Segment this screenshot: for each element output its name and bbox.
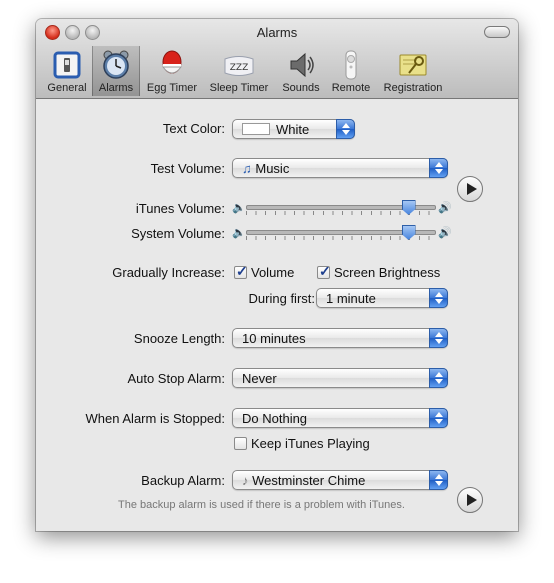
text-color-label: Text Color: xyxy=(162,121,225,136)
snooze-length-label: Snooze Length: xyxy=(133,331,225,346)
volume-checkbox-label: Volume xyxy=(251,265,295,280)
system-volume-label: System Volume: xyxy=(131,226,225,241)
alarm-clock-icon xyxy=(103,50,129,79)
popup-arrows-icon xyxy=(429,368,448,388)
snooze-length-value: 10 minutes xyxy=(242,331,306,346)
test-volume-value: Music xyxy=(255,161,290,176)
during-first-popup[interactable]: 1 minute xyxy=(316,288,448,308)
volume-high-icon: 🔊 xyxy=(438,227,452,239)
tab-registration[interactable]: Registration xyxy=(376,46,450,96)
remote-icon xyxy=(345,50,357,80)
tab-label: Egg Timer xyxy=(146,82,198,94)
when-stopped-value: Do Nothing xyxy=(242,411,308,426)
tab-label: Sleep Timer xyxy=(209,82,269,94)
music-note-icon: ♫ xyxy=(242,161,252,176)
tab-remote[interactable]: Remote xyxy=(328,46,374,96)
text-color-value: White xyxy=(276,122,310,137)
toolbar: Alarms General Alarms Egg Timer ZZZ Slee… xyxy=(36,19,518,99)
test-volume-popup[interactable]: ♫ Music xyxy=(232,158,448,178)
popup-arrows-icon xyxy=(429,158,448,178)
snooze-length-popup[interactable]: 10 minutes xyxy=(232,328,448,348)
keep-itunes-checkbox[interactable] xyxy=(234,437,247,450)
speaker-icon xyxy=(290,52,314,78)
test-volume-label: Test Volume: xyxy=(150,161,225,176)
backup-alarm-popup[interactable]: ♪ Westminster Chime xyxy=(232,470,448,490)
popup-arrows-icon xyxy=(336,119,355,139)
toolbar-toggle-button[interactable] xyxy=(484,26,510,38)
tab-label: General xyxy=(47,82,87,94)
tab-egg-timer[interactable]: Egg Timer xyxy=(142,46,202,96)
tab-label: Alarms xyxy=(98,82,134,94)
auto-stop-label: Auto Stop Alarm: xyxy=(127,371,225,386)
alarms-pane: Text Color: White Test Volume: ♫ Music i… xyxy=(36,99,518,531)
gradually-increase-label: Gradually Increase: xyxy=(112,265,225,280)
volume-high-icon: 🔊 xyxy=(438,202,452,214)
bell-icon: ♪ xyxy=(242,473,249,488)
tab-alarms[interactable]: Alarms xyxy=(92,46,140,96)
tab-sounds[interactable]: Sounds xyxy=(276,46,326,96)
volume-low-icon: 🔈 xyxy=(232,227,246,239)
screen-brightness-checkbox[interactable] xyxy=(317,263,331,280)
tab-general[interactable]: General xyxy=(42,46,92,96)
sleep-badge-text: ZZZ xyxy=(230,63,249,73)
tab-label: Registration xyxy=(383,82,443,94)
text-color-popup[interactable]: White xyxy=(232,119,355,139)
tab-sleep-timer[interactable]: ZZZ Sleep Timer xyxy=(206,46,272,96)
egg-timer-icon xyxy=(161,50,183,74)
play-test-volume-button[interactable] xyxy=(457,176,483,202)
backup-alarm-hint: The backup alarm is used if there is a p… xyxy=(118,499,405,511)
backup-alarm-label: Backup Alarm: xyxy=(141,473,225,488)
itunes-volume-slider[interactable]: 🔈 🔊 xyxy=(232,199,452,215)
popup-arrows-icon xyxy=(429,408,448,428)
popup-arrows-icon xyxy=(429,328,448,348)
during-first-label: During first: xyxy=(248,291,315,306)
auto-stop-value: Never xyxy=(242,371,277,386)
during-first-value: 1 minute xyxy=(326,291,376,306)
tab-label: Sounds xyxy=(282,82,320,94)
keep-itunes-label: Keep iTunes Playing xyxy=(251,436,370,451)
window-title: Alarms xyxy=(256,25,298,40)
itunes-volume-label: iTunes Volume: xyxy=(135,201,225,216)
play-backup-alarm-button[interactable] xyxy=(457,487,483,513)
when-stopped-label: When Alarm is Stopped: xyxy=(85,411,225,426)
popup-arrows-icon xyxy=(429,470,448,490)
switch-icon xyxy=(53,51,81,79)
preferences-window: Alarms General Alarms Egg Timer ZZZ Slee… xyxy=(36,19,518,531)
popup-arrows-icon xyxy=(429,288,448,308)
sleep-pillow-icon: ZZZ xyxy=(224,56,254,76)
color-swatch xyxy=(242,123,270,135)
screen-brightness-checkbox-label: Screen Brightness xyxy=(334,265,441,280)
auto-stop-popup[interactable]: Never xyxy=(232,368,448,388)
tab-label: Remote xyxy=(331,82,371,94)
backup-alarm-value: Westminster Chime xyxy=(252,473,366,488)
when-stopped-popup[interactable]: Do Nothing xyxy=(232,408,448,428)
system-volume-slider[interactable]: 🔈 🔊 xyxy=(232,224,452,240)
volume-low-icon: 🔈 xyxy=(232,202,246,214)
volume-checkbox[interactable] xyxy=(234,263,248,280)
key-certificate-icon xyxy=(399,54,427,76)
